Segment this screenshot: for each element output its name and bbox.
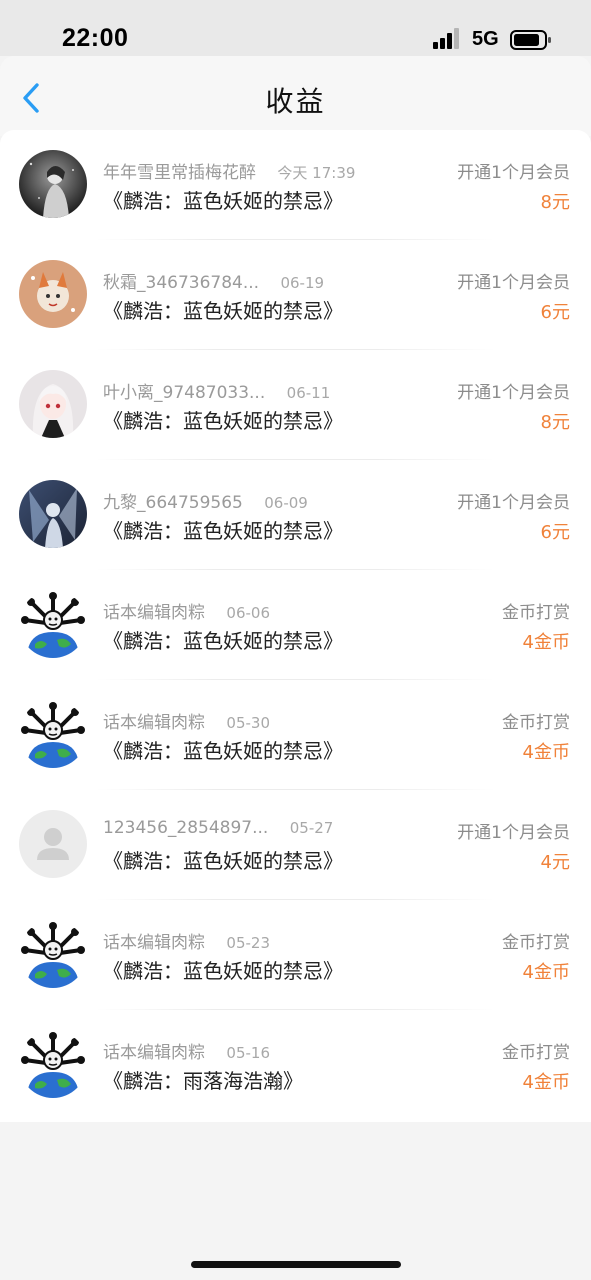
item-work-title: 《麟浩：蓝色妖姬的禁忌》 [103,849,343,873]
item-meta: 123456_2854897... 05-27 [103,818,333,842]
item-work-title: 《麟浩：蓝色妖姬的禁忌》 [103,189,343,213]
item-event: 金币打赏 [502,713,570,733]
item-meta: 话本编辑肉粽 06-06 [103,598,270,623]
earnings-item[interactable]: 秋霜_346736784... 06-19 《麟浩：蓝色妖姬的禁忌》 开通1个月… [0,240,591,350]
item-username: 年年雪里常插梅花醉 [103,163,256,183]
item-username: 九黎_664759565 [103,493,243,513]
earnings-item[interactable]: 话本编辑肉粽 06-06 《麟浩：蓝色妖姬的禁忌》 金币打赏 4金币 [0,570,591,680]
item-amount: 8元 [540,192,570,213]
item-work-title: 《麟浩：蓝色妖姬的禁忌》 [103,739,343,763]
avatar-globe-meme[interactable] [19,920,87,988]
item-username: 话本编辑肉粽 [103,933,205,953]
item-event: 开通1个月会员 [457,163,570,183]
item-amount: 6元 [540,302,570,323]
network-type: 5G [472,28,499,50]
item-meta: 九黎_664759565 06-09 [103,488,308,513]
item-amount: 6元 [540,522,570,543]
item-work-title: 《麟浩：蓝色妖姬的禁忌》 [103,299,343,323]
item-date: 06-19 [280,274,325,292]
status-bar: 22:00 5G [0,0,591,56]
item-date: 今天 17:39 [277,164,356,182]
item-amount: 4金币 [522,742,570,763]
item-event: 金币打赏 [502,603,570,623]
item-meta: 话本编辑肉粽 05-30 [103,708,270,733]
item-date: 06-09 [264,494,308,512]
item-work-title: 《麟浩：蓝色妖姬的禁忌》 [103,959,343,983]
item-amount: 4元 [540,852,570,873]
item-event: 开通1个月会员 [457,493,570,513]
home-indicator[interactable] [191,1261,401,1268]
avatar-globe-meme[interactable] [19,590,87,658]
item-work-title: 《麟浩：雨落海浩瀚》 [103,1069,303,1093]
item-date: 06-11 [286,384,331,402]
item-work-title: 《麟浩：蓝色妖姬的禁忌》 [103,629,343,653]
item-username: 123456_2854897... [103,818,269,838]
item-date: 05-23 [226,934,270,952]
item-event: 金币打赏 [502,1043,570,1063]
earnings-item[interactable]: 123456_2854897... 05-27 《麟浩：蓝色妖姬的禁忌》 开通1… [0,790,591,900]
item-username: 叶小离_97487033... [103,383,266,403]
item-meta: 年年雪里常插梅花醉 今天 17:39 [103,158,356,183]
item-event: 开通1个月会员 [457,273,570,293]
item-amount: 4金币 [522,962,570,983]
earnings-item[interactable]: 叶小离_97487033... 06-11 《麟浩：蓝色妖姬的禁忌》 开通1个月… [0,350,591,460]
item-meta: 秋霜_346736784... 06-19 [103,268,325,293]
item-work-title: 《麟浩：蓝色妖姬的禁忌》 [103,519,343,543]
item-amount: 4金币 [522,632,570,653]
item-meta: 叶小离_97487033... 06-11 [103,378,331,403]
earnings-item[interactable]: 话本编辑肉粽 05-16 《麟浩：雨落海浩瀚》 金币打赏 4金币 [0,1010,591,1120]
item-amount: 8元 [540,412,570,433]
avatar-fox-illustration[interactable] [19,260,87,328]
earnings-item[interactable]: 九黎_664759565 06-09 《麟浩：蓝色妖姬的禁忌》 开通1个月会员 … [0,460,591,570]
earnings-item[interactable]: 话本编辑肉粽 05-30 《麟浩：蓝色妖姬的禁忌》 金币打赏 4金币 [0,680,591,790]
item-date: 06-06 [226,604,270,622]
avatar-globe-meme[interactable] [19,1030,87,1098]
item-amount: 4金币 [522,1072,570,1093]
earnings-list: 年年雪里常插梅花醉 今天 17:39 《麟浩：蓝色妖姬的禁忌》 开通1个月会员 … [0,130,591,1122]
navigation-bar: 收益 [0,56,591,136]
item-date: 05-30 [226,714,270,732]
page-title: 收益 [265,85,326,118]
avatar-default-person[interactable] [19,810,87,878]
earnings-item[interactable]: 年年雪里常插梅花醉 今天 17:39 《麟浩：蓝色妖姬的禁忌》 开通1个月会员 … [0,130,591,240]
status-time: 22:00 [62,24,129,52]
item-event: 开通1个月会员 [457,383,570,403]
cellular-signal-icon [433,28,459,49]
item-username: 话本编辑肉粽 [103,603,205,623]
item-work-title: 《麟浩：蓝色妖姬的禁忌》 [103,409,343,433]
avatar-fantasy-art[interactable] [19,480,87,548]
item-username: 话本编辑肉粽 [103,1043,205,1063]
item-meta: 话本编辑肉粽 05-23 [103,928,270,953]
battery-icon [510,30,551,50]
item-date: 05-16 [226,1044,270,1062]
item-event: 开通1个月会员 [457,823,570,843]
earnings-item[interactable]: 话本编辑肉粽 05-23 《麟浩：蓝色妖姬的禁忌》 金币打赏 4金币 [0,900,591,1010]
item-meta: 话本编辑肉粽 05-16 [103,1038,270,1063]
avatar-anime-girl[interactable] [19,370,87,438]
item-event: 金币打赏 [502,933,570,953]
item-username: 秋霜_346736784... [103,273,260,293]
avatar-dark-art[interactable] [19,150,87,218]
item-username: 话本编辑肉粽 [103,713,205,733]
item-date: 05-27 [289,819,334,837]
avatar-globe-meme[interactable] [19,700,87,768]
